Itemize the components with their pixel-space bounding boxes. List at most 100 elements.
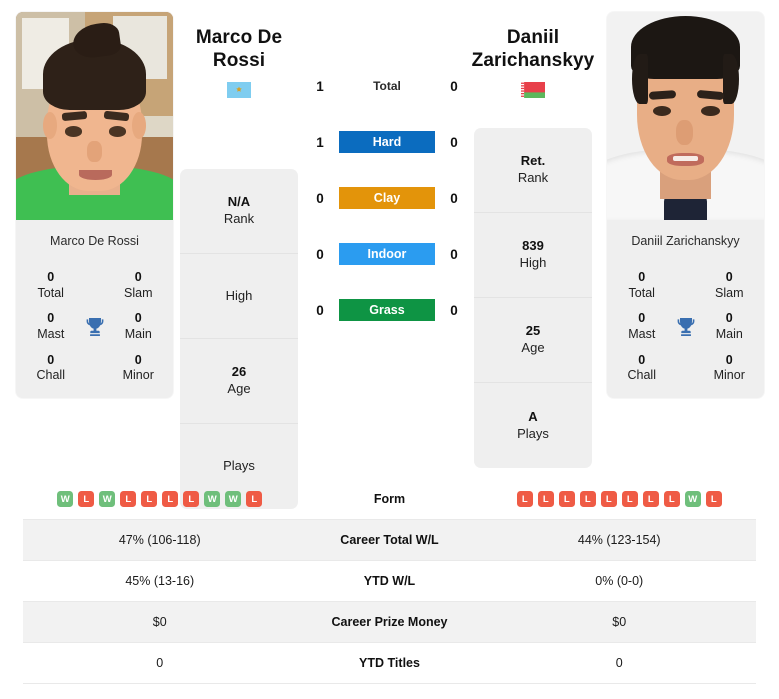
titles-main-value-left: 0	[134, 311, 142, 326]
h2h-row-indoor: 0 Indoor 0	[305, 226, 469, 282]
titles-slam-left: 0 Slam	[114, 270, 164, 301]
info-high-left: High	[180, 254, 298, 339]
info-rank-right: Ret. Rank	[474, 128, 592, 213]
titles-chall-value-right: 0	[638, 352, 646, 367]
titles-minor-value-right: 0	[725, 352, 733, 367]
info-age-value-right: 25	[525, 323, 541, 339]
stat-value-left: 47% (106-118)	[118, 533, 201, 547]
surface-pill-indoor: Indoor	[339, 243, 435, 265]
h2h-left-score-clay: 0	[316, 190, 324, 206]
table-row: 0 YTD Titles 0	[23, 643, 756, 684]
stat-value-right: $0	[612, 615, 627, 629]
form-badge-loss: L	[162, 491, 179, 507]
titles-total-label-right: Total	[628, 285, 655, 300]
info-age-label-right: Age	[521, 340, 545, 355]
titles-main-label-right: Main	[715, 326, 743, 341]
titles-slam-label-right: Slam	[715, 285, 744, 300]
h2h-row-hard: 1 Hard 0	[305, 114, 469, 170]
form-badge-win: W	[204, 491, 221, 507]
info-rank-label-left: Rank	[223, 211, 255, 226]
form-badge-win: W	[57, 491, 74, 507]
titles-chall-label-left: Chall	[36, 368, 66, 383]
stat-value-left: 0	[156, 656, 164, 670]
h2h-right-score-grass: 0	[450, 302, 458, 318]
titles-total-label-left: Total	[37, 285, 64, 300]
stat-value-left: 45% (13-16)	[125, 574, 195, 588]
trophy-icon-left	[76, 315, 114, 339]
player-photo-name-right: Daniil Zarichanskyy	[607, 220, 764, 262]
titles-slam-right: 0 Slam	[705, 270, 755, 301]
info-age-value-left: 26	[231, 364, 247, 380]
h2h-right-score-clay: 0	[450, 190, 458, 206]
info-plays-label-right: Plays	[517, 425, 549, 441]
info-high-right: 839 High	[474, 213, 592, 298]
titles-grid-left: 0 Total 0 Slam 0 Mast 0 Main 0 Chall 0 M…	[16, 262, 173, 398]
table-row: W L W L L L L W W L Form L L L L L L L L W L	[23, 479, 756, 520]
titles-mast-right: 0 Mast	[617, 311, 667, 342]
info-rank-label-right: Rank	[517, 170, 549, 185]
form-badge-win: W	[684, 491, 701, 507]
h2h-row-clay: 0 Clay 0	[305, 170, 469, 226]
form-badge-win: W	[225, 491, 242, 507]
h2h-right-score-indoor: 0	[450, 246, 458, 262]
player-name-left-line2: Rossi	[212, 50, 266, 72]
titles-total-value-right: 0	[638, 270, 646, 284]
table-row: 45% (13-16) YTD W/L 0% (0-0)	[23, 561, 756, 602]
titles-minor-value-left: 0	[134, 352, 142, 367]
form-badge-loss: L	[621, 491, 638, 507]
h2h-row-total: 1 Total 0	[305, 58, 469, 114]
titles-chall-left: 0 Chall	[26, 353, 76, 384]
form-badge-loss: L	[120, 491, 137, 507]
form-strip-left: WLWLLLLWWL	[23, 491, 297, 507]
player-name-block-right: Daniil Zarichanskyy	[462, 26, 604, 99]
belarus-flag-icon	[521, 82, 545, 99]
titles-minor-left: 0 Minor	[114, 353, 164, 384]
form-badge-loss: L	[246, 491, 263, 507]
form-badge-loss: L	[579, 491, 596, 507]
h2h-left-score-total: 1	[316, 78, 324, 94]
stat-key: Career Prize Money	[331, 615, 448, 629]
table-row: 47% (106-118) Career Total W/L 44% (123-15…	[23, 520, 756, 561]
player-photo-name-left: Marco De Rossi	[16, 220, 173, 262]
info-age-label-left: Age	[227, 381, 251, 396]
h2h-right-score-hard: 0	[450, 134, 458, 150]
player-card-right[interactable]: Daniil Zarichanskyy 0 Total 0 Slam 0 Mas…	[607, 12, 764, 398]
titles-main-label-left: Main	[124, 326, 152, 341]
titles-minor-right: 0 Minor	[705, 353, 755, 384]
h2h-left-score-indoor: 0	[316, 246, 324, 262]
info-plays-value-right: A	[528, 408, 538, 424]
form-badge-loss: L	[705, 491, 722, 507]
stat-key: Career Total W/L	[340, 533, 439, 547]
player-name-right-line1: Daniil	[506, 27, 560, 48]
player-name-left-line1: Marco De	[195, 27, 283, 48]
player-photo-right	[607, 12, 764, 220]
player-card-left[interactable]: Marco De Rossi 0 Total 0 Slam 0 Mast 0 M…	[16, 12, 173, 398]
titles-mast-label-right: Mast	[628, 326, 656, 341]
titles-minor-label-left: Minor	[122, 368, 154, 383]
titles-chall-value-left: 0	[47, 352, 55, 367]
titles-total-left: 0 Total	[26, 270, 76, 301]
form-badge-loss: L	[516, 491, 533, 507]
stat-key: YTD W/L	[363, 574, 416, 588]
stat-value-right: 0	[615, 656, 623, 670]
titles-slam-value-right: 0	[725, 270, 733, 284]
titles-minor-label-right: Minor	[713, 368, 745, 383]
surface-pill-grass: Grass	[339, 299, 435, 321]
stat-key: Form	[373, 492, 406, 506]
form-strip-right: LLLLLLLLWL	[483, 491, 757, 507]
form-badge-loss: L	[78, 491, 95, 507]
player-info-card-right: Ret. Rank 839 High 25 Age A Plays	[474, 128, 592, 468]
info-rank-left: N/A Rank	[180, 169, 298, 254]
h2h-left-score-hard: 1	[316, 134, 324, 150]
surface-pill-clay: Clay	[339, 187, 435, 209]
form-badge-loss: L	[183, 491, 200, 507]
surface-pill-hard: Hard	[339, 131, 435, 153]
info-high-label-left: High	[225, 287, 253, 303]
titles-mast-left: 0 Mast	[26, 311, 76, 342]
san-marino-flag-icon	[227, 82, 251, 99]
titles-mast-value-right: 0	[638, 311, 646, 326]
titles-main-left: 0 Main	[114, 311, 164, 342]
info-age-left: 26 Age	[180, 339, 298, 424]
trophy-icon-right	[667, 315, 705, 339]
stat-value-left: $0	[152, 615, 167, 629]
